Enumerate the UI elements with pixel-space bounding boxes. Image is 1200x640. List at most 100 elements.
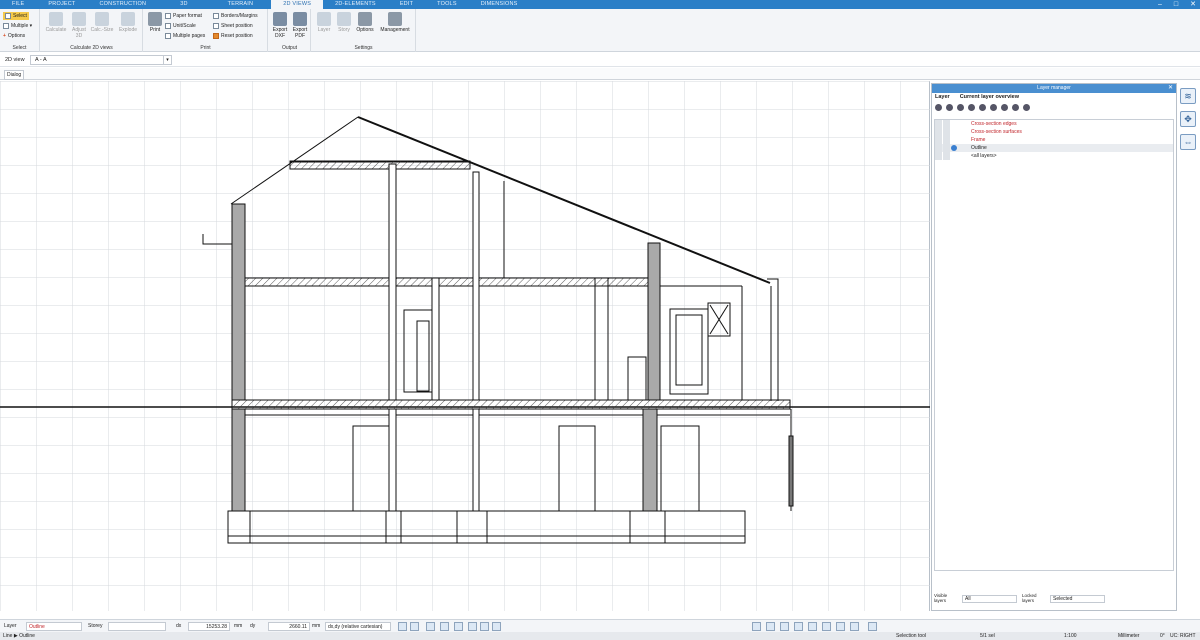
calculate-button[interactable]: Calculate xyxy=(44,12,68,33)
select-button[interactable]: Select xyxy=(3,12,29,20)
storey-select[interactable] xyxy=(108,622,166,631)
tool-icon[interactable] xyxy=(822,622,831,631)
visible-layers-select[interactable]: All xyxy=(962,595,1017,603)
eye-icon[interactable] xyxy=(935,136,942,144)
layer-tool-icon[interactable] xyxy=(1001,103,1008,111)
view-select[interactable]: A - A ▾ xyxy=(30,55,172,65)
tool-icon[interactable] xyxy=(808,622,817,631)
current-tool: Selection tool xyxy=(896,633,927,639)
tab-2d-views[interactable]: 2D VIEWS xyxy=(271,0,324,9)
drawing-canvas[interactable] xyxy=(0,81,930,611)
select-group: Select Multiple ▾ + Options Select xyxy=(0,9,40,52)
tool-icon[interactable] xyxy=(752,622,761,631)
minimize-icon[interactable]: – xyxy=(1158,0,1162,9)
pencil-icon[interactable] xyxy=(943,152,950,160)
options-button[interactable]: + Options xyxy=(3,32,25,40)
multiple-button[interactable]: Multiple ▾ xyxy=(3,22,32,30)
management-button[interactable]: Management xyxy=(378,12,412,33)
rect-icon[interactable] xyxy=(480,622,489,631)
reset-position-button[interactable]: Reset position xyxy=(213,32,253,40)
coordinate-mode-select[interactable]: dx,dy (relative cartesian) xyxy=(325,622,391,631)
tool-icon[interactable] xyxy=(794,622,803,631)
layer-select[interactable]: Outline xyxy=(26,622,82,631)
layer-tool-icon[interactable] xyxy=(1012,103,1019,111)
story-button[interactable]: Story xyxy=(334,12,354,33)
layer-tool-icon[interactable] xyxy=(968,103,975,111)
multiple-icon xyxy=(3,22,9,29)
layer-button[interactable]: Layer xyxy=(314,12,334,33)
rect-icon[interactable] xyxy=(492,622,501,631)
layer-row[interactable]: Cross-section edges xyxy=(935,120,1173,128)
tab-construction[interactable]: CONSTRUCTION xyxy=(88,0,159,9)
section-drawing[interactable] xyxy=(0,81,930,611)
layer-row[interactable]: Frame xyxy=(935,136,1173,144)
dialog-tab[interactable]: Dialog xyxy=(4,70,25,80)
tab-3d[interactable]: 3D xyxy=(158,0,209,9)
tool-icon[interactable] xyxy=(766,622,775,631)
layer-tool-icon[interactable] xyxy=(1023,103,1030,111)
chevron-down-icon[interactable]: ▾ xyxy=(163,56,171,64)
unit-scale-button[interactable]: Unit/Scale xyxy=(165,22,196,30)
sheet-position-button[interactable]: Sheet position xyxy=(213,22,253,30)
pencil-icon[interactable] xyxy=(943,136,950,144)
eye-icon[interactable] xyxy=(935,144,942,152)
locked-layers-select[interactable]: Selected xyxy=(1050,595,1105,603)
layer-tool-icon[interactable] xyxy=(946,103,953,111)
tool-icon[interactable] xyxy=(836,622,845,631)
snap-icon[interactable] xyxy=(410,622,419,631)
dx-input[interactable]: 15253.28 xyxy=(188,622,230,631)
text-icon[interactable] xyxy=(454,622,463,631)
current-action: Line ▶ Outline xyxy=(3,633,35,639)
layer-row[interactable]: Cross-section surfaces xyxy=(935,128,1173,136)
tab-edit[interactable]: EDIT xyxy=(388,0,425,9)
explode-button[interactable]: Explode xyxy=(116,12,140,33)
layer-tool-icon[interactable] xyxy=(957,103,964,111)
tab-2d-elements[interactable]: 2D-ELEMENTS xyxy=(323,0,388,9)
expand-icon[interactable]: ✥ xyxy=(1180,111,1196,127)
layer-row[interactable]: Outline xyxy=(935,144,1173,152)
print-button[interactable]: Print xyxy=(146,12,164,33)
borders-margins-button[interactable]: Borders/Margins xyxy=(213,12,258,20)
calc-size-button[interactable]: Calc.-Size xyxy=(90,12,114,33)
dy-input[interactable]: 2660.11 xyxy=(268,622,310,631)
tab-project[interactable]: PROJECT xyxy=(36,0,87,9)
eye-icon[interactable] xyxy=(935,152,942,160)
tool-icon[interactable] xyxy=(850,622,859,631)
options-settings-button[interactable]: Options xyxy=(354,12,376,33)
layer-tool-icon[interactable] xyxy=(935,103,942,111)
export-pdf-button[interactable]: Export PDF xyxy=(290,12,310,39)
select-group-label: Select xyxy=(12,45,27,51)
tab-terrain[interactable]: TERRAIN xyxy=(210,0,272,9)
overview-column-header: Current layer overview xyxy=(959,94,1019,100)
tool-icon[interactable] xyxy=(780,622,789,631)
line-weight-icon[interactable] xyxy=(440,622,449,631)
layer-tool-icon[interactable] xyxy=(979,103,986,111)
tab-dimensions[interactable]: DIMENSIONS xyxy=(469,0,530,9)
pencil-icon[interactable] xyxy=(943,128,950,136)
reset-icon xyxy=(213,32,219,39)
maximize-icon[interactable]: □ xyxy=(1174,0,1178,9)
tab-tools[interactable]: TOOLS xyxy=(425,0,469,9)
dialog-row: Dialog xyxy=(0,68,1200,80)
layer-column-header: Layer xyxy=(935,94,950,100)
layer-tool-icon[interactable] xyxy=(990,103,997,111)
close-icon[interactable]: ✕ xyxy=(1190,0,1196,9)
layer-row[interactable]: <all layers> xyxy=(935,152,1173,160)
eye-icon[interactable] xyxy=(935,120,942,128)
snap-icon[interactable] xyxy=(398,622,407,631)
export-dxf-button[interactable]: Export DXF xyxy=(270,12,290,39)
borders-icon xyxy=(213,12,219,19)
close-icon[interactable]: ✕ xyxy=(1168,84,1173,93)
pencil-icon[interactable] xyxy=(943,144,950,152)
link-icon[interactable]: ⇔ xyxy=(1180,134,1196,150)
layers-icon[interactable]: ≋ xyxy=(1180,88,1196,104)
eye-icon[interactable] xyxy=(935,128,942,136)
adjust-3d-button[interactable]: Adjust 3D xyxy=(69,12,89,39)
pencil-icon[interactable] xyxy=(943,120,950,128)
paper-format-button[interactable]: Paper format xyxy=(165,12,202,20)
tab-file[interactable]: FILE xyxy=(0,0,36,9)
multiple-pages-button[interactable]: Multiple pages xyxy=(165,32,205,40)
grid-toggle-icon[interactable] xyxy=(468,622,477,631)
tool-icon[interactable] xyxy=(868,622,877,631)
line-style-icon[interactable] xyxy=(426,622,435,631)
